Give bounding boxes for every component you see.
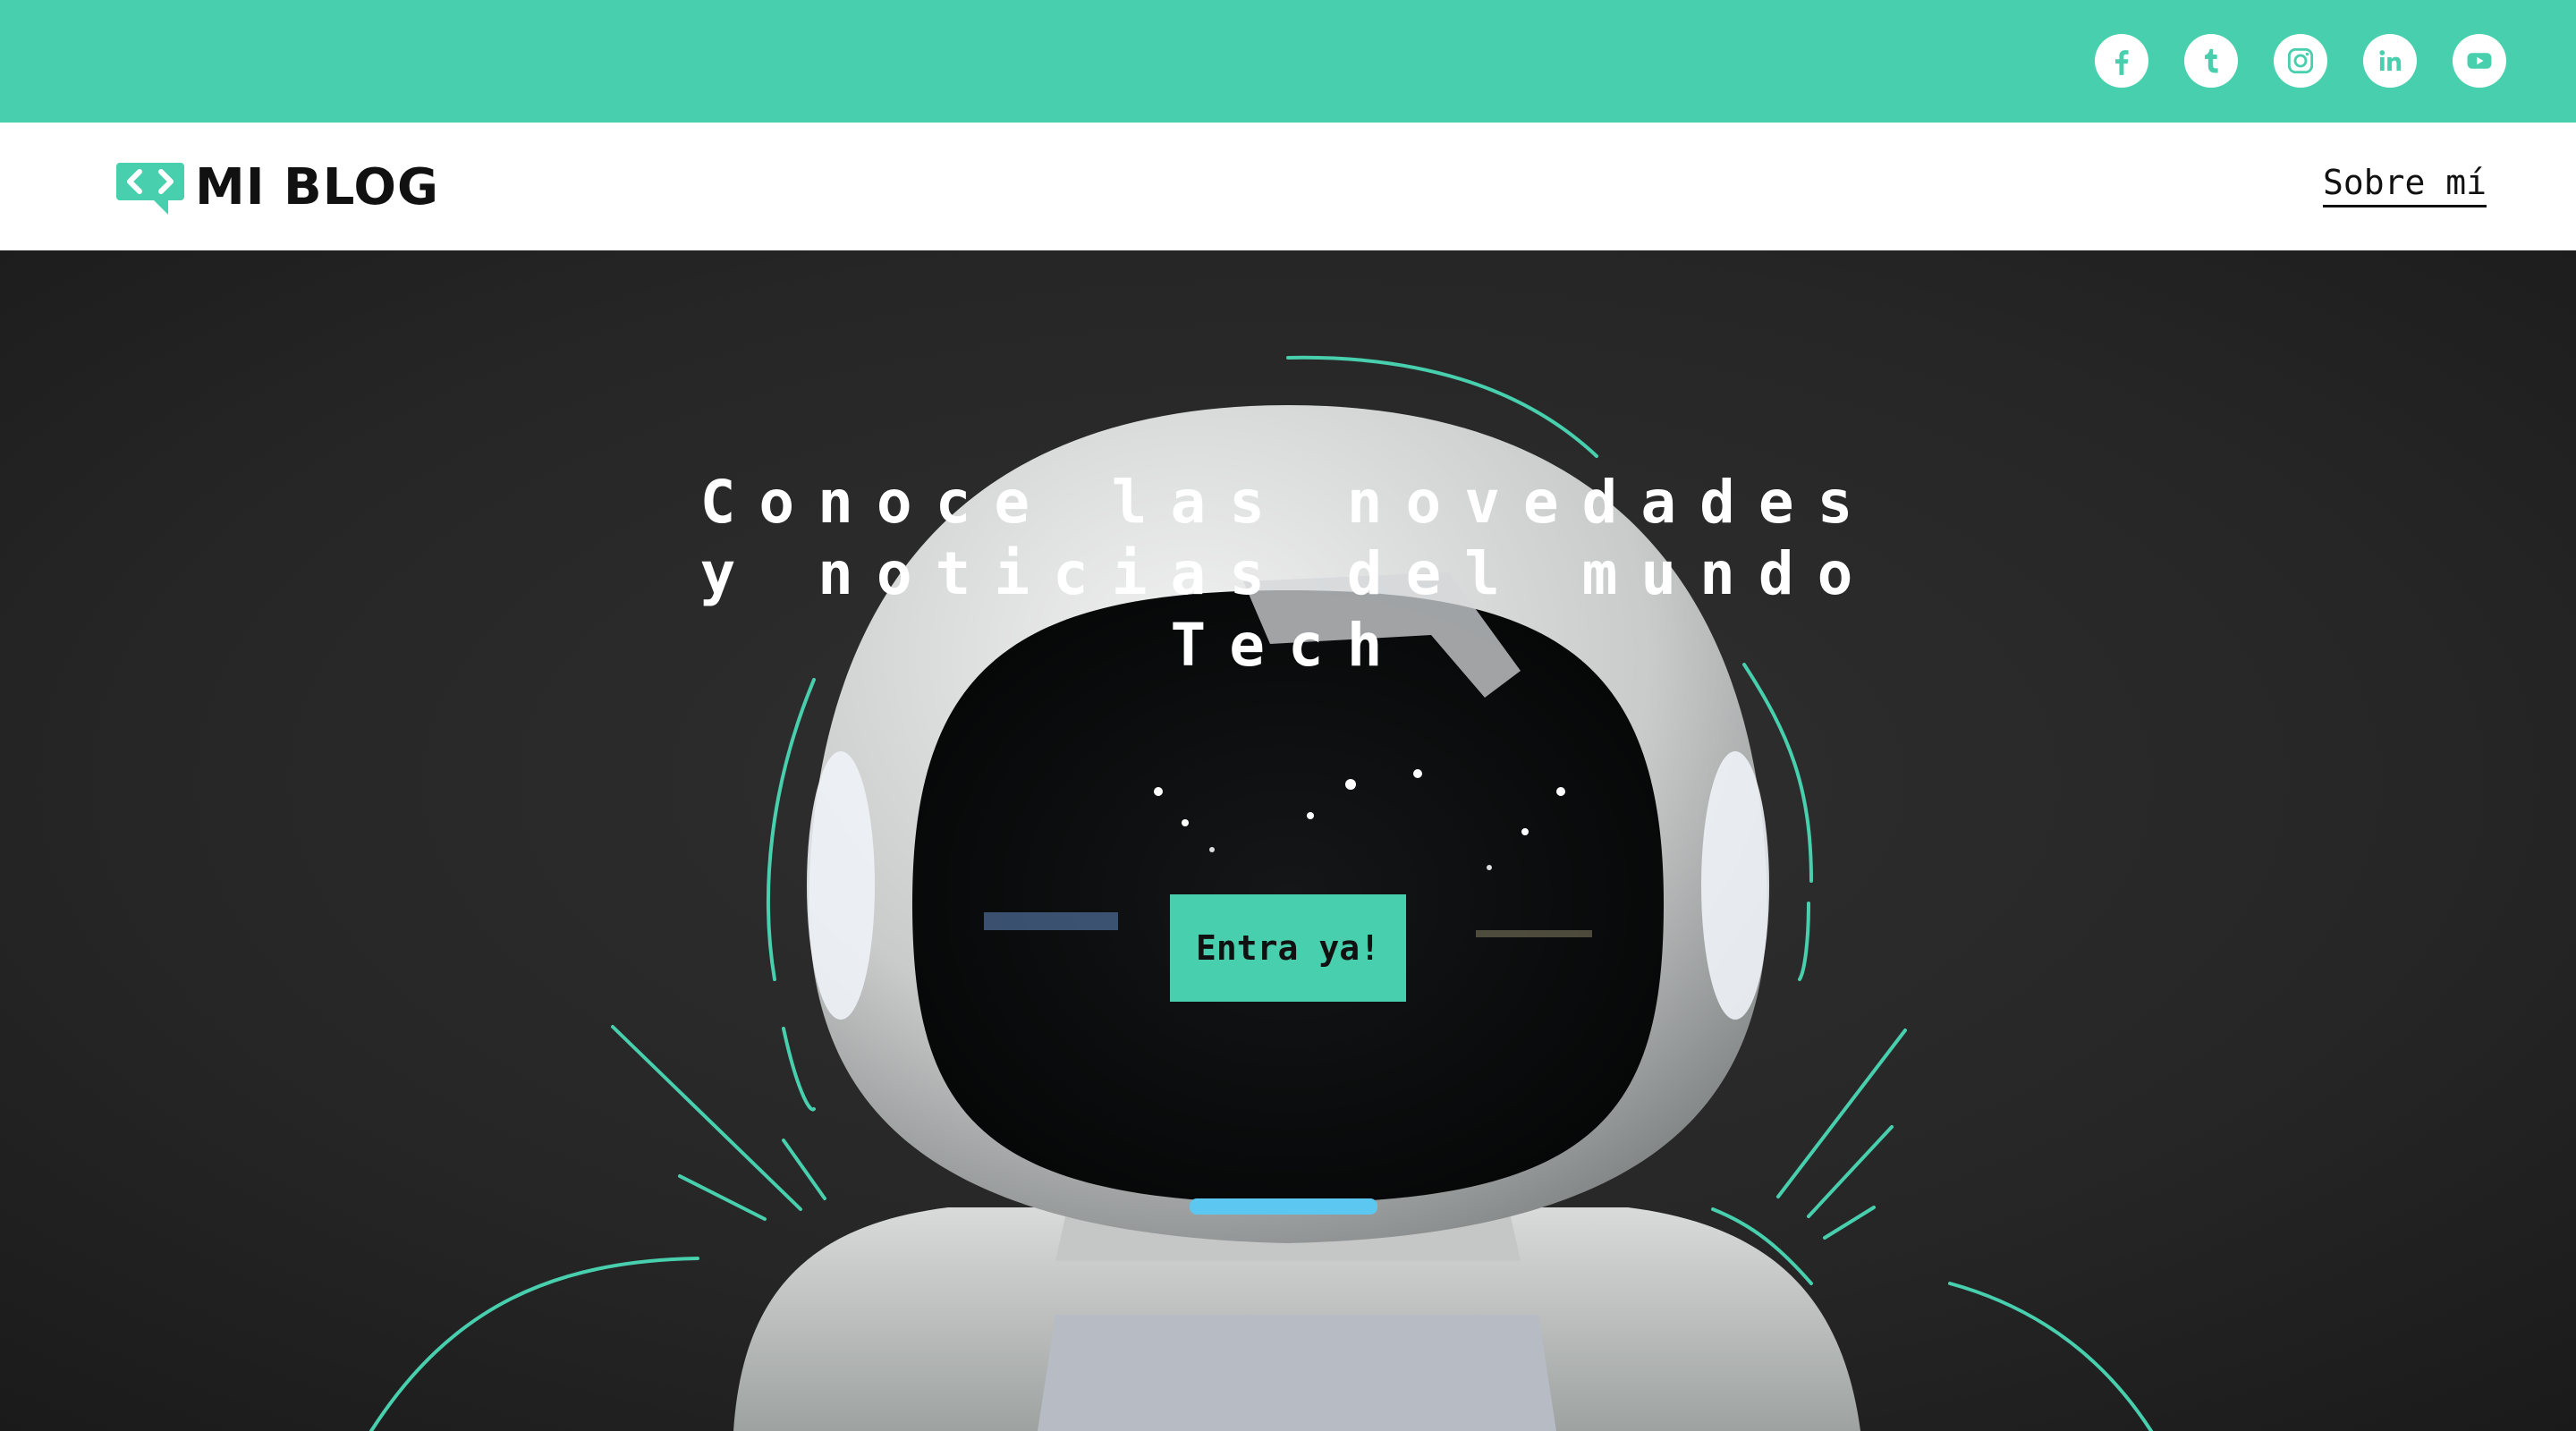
nav-link-about[interactable]: Sobre mí bbox=[2322, 163, 2487, 207]
facebook-link[interactable] bbox=[2095, 34, 2148, 88]
youtube-icon bbox=[2467, 53, 2492, 69]
youtube-link[interactable] bbox=[2453, 34, 2506, 88]
cta-enter-button[interactable]: Entra ya! bbox=[1170, 894, 1406, 1002]
linkedin-icon bbox=[2379, 50, 2402, 72]
hero-section: Conoce las novedades y noticias del mund… bbox=[0, 250, 2576, 1431]
social-links bbox=[2095, 34, 2506, 88]
social-bar bbox=[0, 0, 2576, 123]
tumblr-link[interactable] bbox=[2184, 34, 2238, 88]
instagram-link[interactable] bbox=[2274, 34, 2327, 88]
instagram-icon bbox=[2287, 47, 2314, 74]
tumblr-icon bbox=[2205, 48, 2218, 73]
logo-text: MI BLOG bbox=[195, 158, 439, 216]
site-header: MI BLOG Sobre mí bbox=[0, 123, 2576, 250]
hero-title: Conoce las novedades y noticias del mund… bbox=[699, 468, 1877, 680]
facebook-icon bbox=[2115, 50, 2129, 75]
logo[interactable]: MI BLOG bbox=[114, 159, 439, 216]
code-chat-bubble-icon bbox=[114, 159, 186, 216]
hero-background-image bbox=[0, 250, 2576, 1431]
linkedin-link[interactable] bbox=[2363, 34, 2417, 88]
